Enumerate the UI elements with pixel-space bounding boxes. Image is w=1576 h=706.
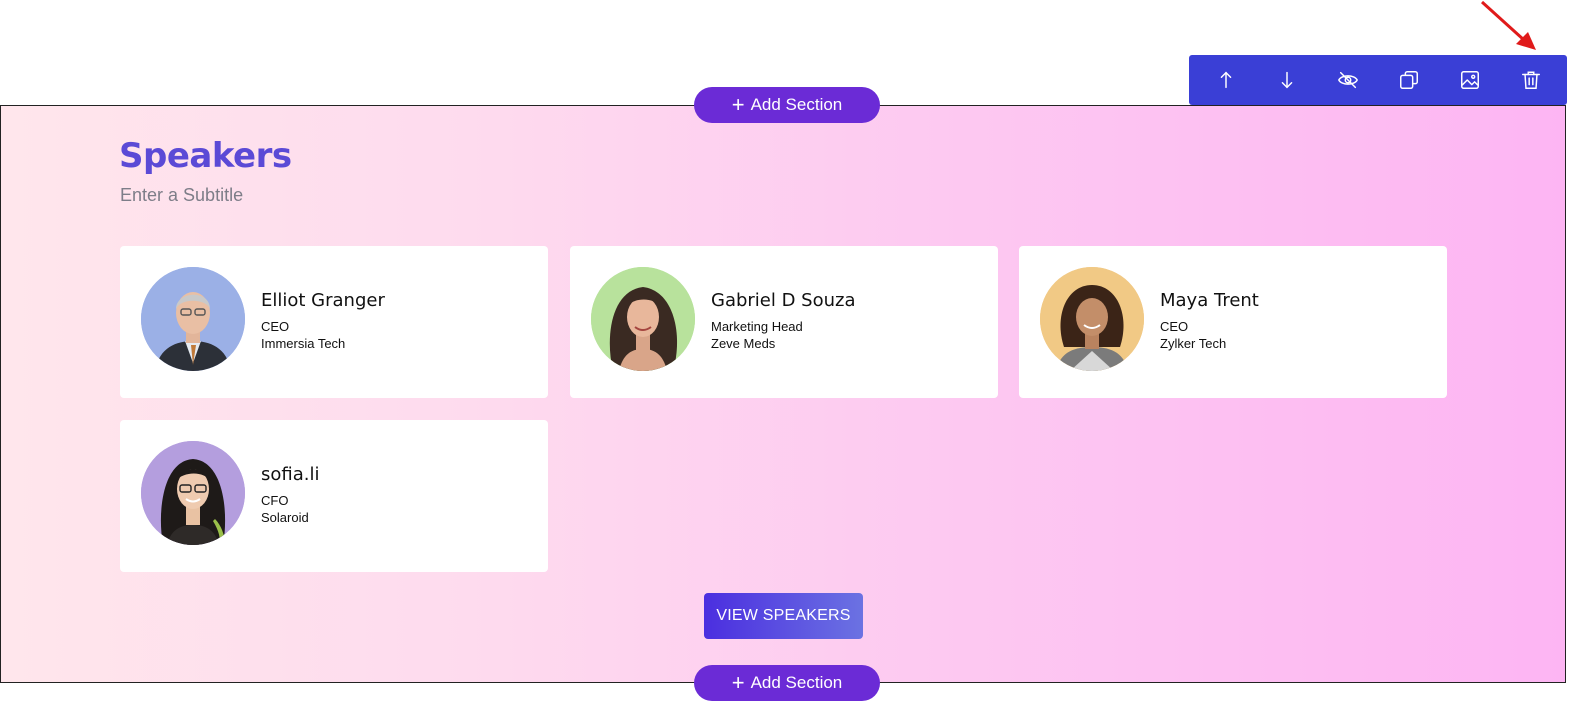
speaker-avatar xyxy=(141,441,245,545)
move-up-button[interactable] xyxy=(1206,60,1246,100)
speaker-company: Immersia Tech xyxy=(261,336,346,351)
speaker-role: Marketing Head xyxy=(711,319,803,334)
speaker-card[interactable]: Gabriel D Souza Marketing Head Zeve Meds xyxy=(570,246,998,398)
hide-section-button[interactable] xyxy=(1328,60,1368,100)
annotation-arrow-icon xyxy=(1480,0,1536,50)
speaker-name: Gabriel D Souza xyxy=(711,290,856,311)
person-avatar-icon xyxy=(141,441,245,545)
move-down-button[interactable] xyxy=(1267,60,1307,100)
arrow-down-icon xyxy=(1281,71,1292,89)
speaker-avatar xyxy=(141,267,245,371)
add-section-label: Add Section xyxy=(750,95,843,114)
add-section-label: Add Section xyxy=(750,673,843,692)
page-canvas: + Add Section Speakers Enter a Subtitle … xyxy=(0,0,1576,706)
person-avatar-icon xyxy=(1040,267,1144,371)
speaker-name: sofia.li xyxy=(261,464,320,485)
speaker-name: Maya Trent xyxy=(1160,290,1259,311)
image-icon xyxy=(1460,71,1479,89)
speaker-card[interactable]: Elliot Granger CEO Immersia Tech xyxy=(120,246,548,398)
add-section-top-button[interactable]: + Add Section xyxy=(694,87,880,123)
speaker-role: CFO xyxy=(261,493,289,508)
section-toolbar xyxy=(1189,55,1567,105)
speaker-company: Zylker Tech xyxy=(1160,336,1227,351)
speaker-company: Zeve Meds xyxy=(711,336,776,351)
eye-off-icon xyxy=(1337,71,1358,89)
plus-icon: + xyxy=(731,92,745,117)
speaker-avatar xyxy=(591,267,695,371)
person-avatar-icon xyxy=(141,267,245,371)
arrow-up-icon xyxy=(1220,71,1231,89)
background-image-button[interactable] xyxy=(1450,60,1490,100)
duplicate-section-button[interactable] xyxy=(1389,60,1429,100)
speaker-role: CEO xyxy=(261,319,290,334)
section-title[interactable]: Speakers xyxy=(119,136,292,176)
speaker-card[interactable]: Maya Trent CEO Zylker Tech xyxy=(1019,246,1447,398)
trash-icon xyxy=(1521,71,1540,89)
add-section-bottom-button[interactable]: + Add Section xyxy=(694,665,880,701)
plus-icon: + xyxy=(731,670,745,695)
speaker-card[interactable]: sofia.li CFO Solaroid xyxy=(120,420,548,572)
delete-section-button[interactable] xyxy=(1511,60,1551,100)
section-subtitle[interactable]: Enter a Subtitle xyxy=(120,185,243,206)
view-speakers-button[interactable]: VIEW SPEAKERS xyxy=(704,593,863,639)
speaker-company: Solaroid xyxy=(261,510,309,525)
copy-icon xyxy=(1399,71,1418,89)
speaker-role: CEO xyxy=(1160,319,1189,334)
speaker-name: Elliot Granger xyxy=(261,290,385,311)
speaker-avatar xyxy=(1040,267,1144,371)
person-avatar-icon xyxy=(591,267,695,371)
